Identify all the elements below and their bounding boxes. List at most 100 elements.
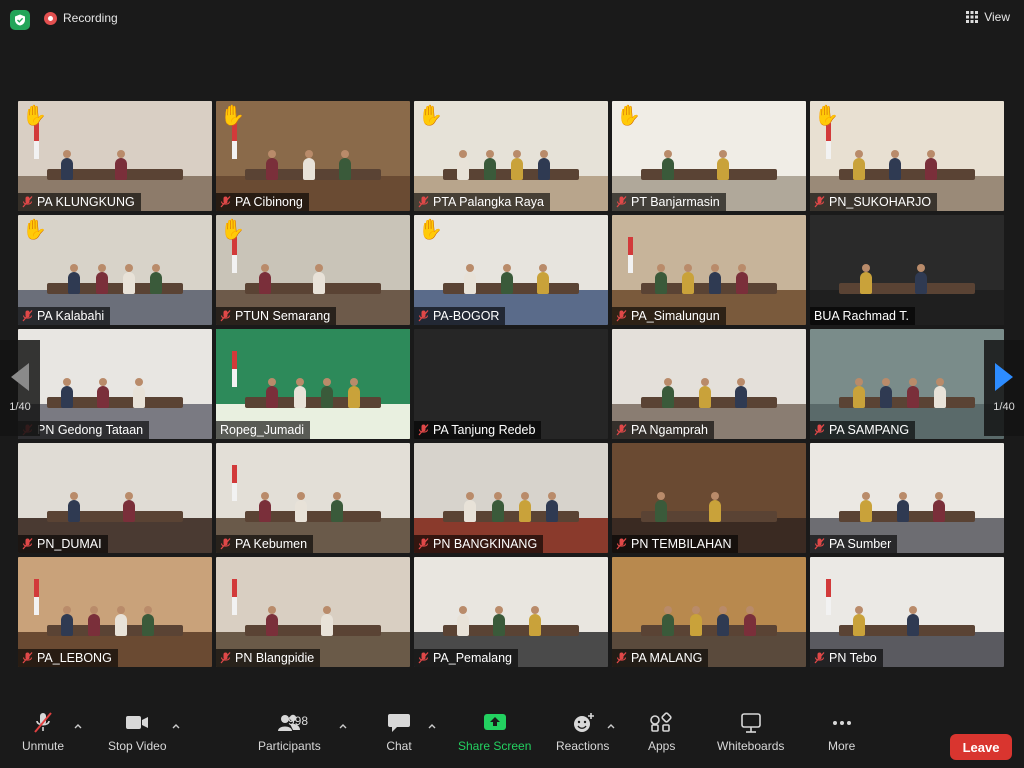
participant-tile[interactable]: PN Tebo bbox=[810, 557, 1004, 667]
video-feed-background bbox=[216, 443, 410, 518]
participant-tile[interactable]: PA Kebumen bbox=[216, 443, 410, 553]
recording-label: Recording bbox=[63, 11, 118, 25]
participant-tile[interactable]: PN Gedong Tataan bbox=[18, 329, 212, 439]
chat-label: Chat bbox=[386, 739, 412, 753]
participant-tile[interactable]: ✋ PA KLUNGKUNG bbox=[18, 101, 212, 211]
emoji-plus-icon bbox=[573, 713, 594, 732]
next-page-button[interactable]: 1/40 bbox=[984, 340, 1024, 436]
participant-tile[interactable]: PA SAMPANG bbox=[810, 329, 1004, 439]
participant-name-bar: PA Cibinong bbox=[216, 193, 309, 211]
microphone-muted-icon bbox=[616, 310, 627, 322]
share-screen-icon bbox=[483, 714, 506, 730]
participant-tile[interactable]: ✋ PA Kalabahi bbox=[18, 215, 212, 325]
microphone-muted-icon bbox=[616, 538, 627, 550]
microphone-muted-icon bbox=[418, 196, 429, 208]
participant-tile[interactable]: PA_Pemalang bbox=[414, 557, 608, 667]
video-feed-person-head bbox=[691, 606, 700, 615]
video-camera-icon bbox=[126, 716, 149, 729]
participant-name: Ropeg_Jumadi bbox=[220, 423, 305, 437]
participant-tile[interactable]: PA Sumber bbox=[810, 443, 1004, 553]
video-feed-person bbox=[709, 500, 721, 523]
participant-tile[interactable]: ✋ PTUN Semarang bbox=[216, 215, 410, 325]
participant-tile[interactable]: PA Tanjung Redeb bbox=[414, 329, 608, 439]
chevron-up-icon bbox=[172, 724, 180, 729]
participants-button[interactable]: 998 Participants bbox=[258, 712, 321, 753]
participant-tile[interactable]: PN TEMBILAHAN bbox=[612, 443, 806, 553]
apps-button[interactable]: Apps bbox=[648, 712, 675, 753]
video-feed-person bbox=[347, 386, 360, 409]
video-feed-person bbox=[95, 272, 108, 295]
microphone-muted-icon bbox=[616, 196, 627, 208]
participant-tile[interactable]: BUA Rachmad T. bbox=[810, 215, 1004, 325]
video-feed-person bbox=[294, 500, 307, 523]
video-feed-person-head bbox=[89, 606, 98, 615]
participant-tile[interactable]: ✋ PA-BOGOR bbox=[414, 215, 608, 325]
recording-indicator[interactable]: Recording bbox=[44, 11, 118, 25]
leave-button[interactable]: Leave bbox=[950, 734, 1012, 760]
video-feed-person bbox=[662, 158, 675, 181]
previous-page-button[interactable]: 1/40 bbox=[0, 340, 40, 436]
video-feed-person-head bbox=[295, 378, 304, 387]
video-feed-person bbox=[133, 386, 146, 409]
participant-name-bar: PN Tebo bbox=[810, 649, 883, 667]
whiteboards-button[interactable]: Whiteboards bbox=[717, 712, 784, 753]
participants-options-caret[interactable] bbox=[338, 718, 348, 729]
video-feed-background bbox=[810, 215, 1004, 290]
video-feed-person-head bbox=[304, 150, 313, 159]
shield-icon[interactable] bbox=[10, 10, 30, 30]
apps-icon bbox=[649, 712, 672, 732]
unmute-button[interactable]: Unmute bbox=[22, 712, 64, 753]
participant-name: PN_SUKOHARJO bbox=[829, 195, 932, 209]
microphone-muted-icon bbox=[814, 652, 825, 664]
raised-hand-icon: ✋ bbox=[220, 105, 245, 127]
chevron-up-icon bbox=[339, 724, 347, 729]
audio-options-caret[interactable] bbox=[73, 718, 83, 729]
participant-name: PN BANGKINANG bbox=[433, 537, 538, 551]
video-feed-person bbox=[258, 272, 271, 295]
participant-tile[interactable]: Ropeg_Jumadi bbox=[216, 329, 410, 439]
view-button[interactable]: View bbox=[966, 10, 1010, 24]
participant-tile[interactable]: PA_Simalungun bbox=[612, 215, 806, 325]
reactions-options-caret[interactable] bbox=[606, 718, 616, 729]
video-feed-person bbox=[142, 614, 155, 637]
video-feed-person-head bbox=[260, 264, 269, 273]
video-feed-person bbox=[681, 272, 694, 295]
share-screen-button[interactable]: Share Screen bbox=[458, 712, 531, 753]
chat-button[interactable]: Chat bbox=[386, 712, 412, 753]
participant-tile[interactable]: PN BANGKINANG bbox=[414, 443, 608, 553]
participant-tile[interactable]: ✋ PA Cibinong bbox=[216, 101, 410, 211]
video-feed-person bbox=[266, 386, 279, 409]
participant-tile[interactable]: PN_DUMAI bbox=[18, 443, 212, 553]
participant-name-bar: PA KLUNGKUNG bbox=[18, 193, 141, 211]
participant-tile[interactable]: PN Blangpidie bbox=[216, 557, 410, 667]
video-feed-person-head bbox=[485, 150, 494, 159]
more-button[interactable]: More bbox=[828, 712, 855, 753]
flag-decoration bbox=[231, 123, 237, 159]
participant-tile[interactable]: ✋ PTA Palangka Raya bbox=[414, 101, 608, 211]
video-feed-person bbox=[932, 500, 945, 523]
video-feed-person bbox=[538, 158, 551, 181]
flag-decoration bbox=[231, 237, 237, 273]
reactions-button[interactable]: Reactions bbox=[556, 712, 609, 753]
participant-name-bar: BUA Rachmad T. bbox=[810, 307, 915, 325]
chat-bubble-icon bbox=[388, 714, 410, 732]
video-feed-person-head bbox=[124, 492, 133, 501]
chat-options-caret[interactable] bbox=[427, 718, 437, 729]
chevron-up-icon bbox=[607, 724, 615, 729]
participant-tile[interactable]: PA_LEBONG bbox=[18, 557, 212, 667]
video-feed-person bbox=[149, 272, 162, 295]
video-feed-person-head bbox=[656, 264, 665, 273]
participant-name: PA_LEBONG bbox=[37, 651, 112, 665]
participant-name-bar: PTA Palangka Raya bbox=[414, 193, 550, 211]
participant-name: PTUN Semarang bbox=[235, 309, 331, 323]
video-options-caret[interactable] bbox=[171, 718, 181, 729]
participant-tile[interactable]: ✋ PN_SUKOHARJO bbox=[810, 101, 1004, 211]
stop-video-button[interactable]: Stop Video bbox=[108, 712, 167, 753]
recording-icon bbox=[44, 11, 57, 25]
video-feed-person bbox=[736, 272, 749, 295]
whiteboard-icon bbox=[740, 713, 761, 733]
participant-tile[interactable]: PA MALANG bbox=[612, 557, 806, 667]
video-feed-person-head bbox=[458, 606, 467, 615]
participant-tile[interactable]: PA Ngamprah bbox=[612, 329, 806, 439]
participant-tile[interactable]: ✋ PT Banjarmasin bbox=[612, 101, 806, 211]
